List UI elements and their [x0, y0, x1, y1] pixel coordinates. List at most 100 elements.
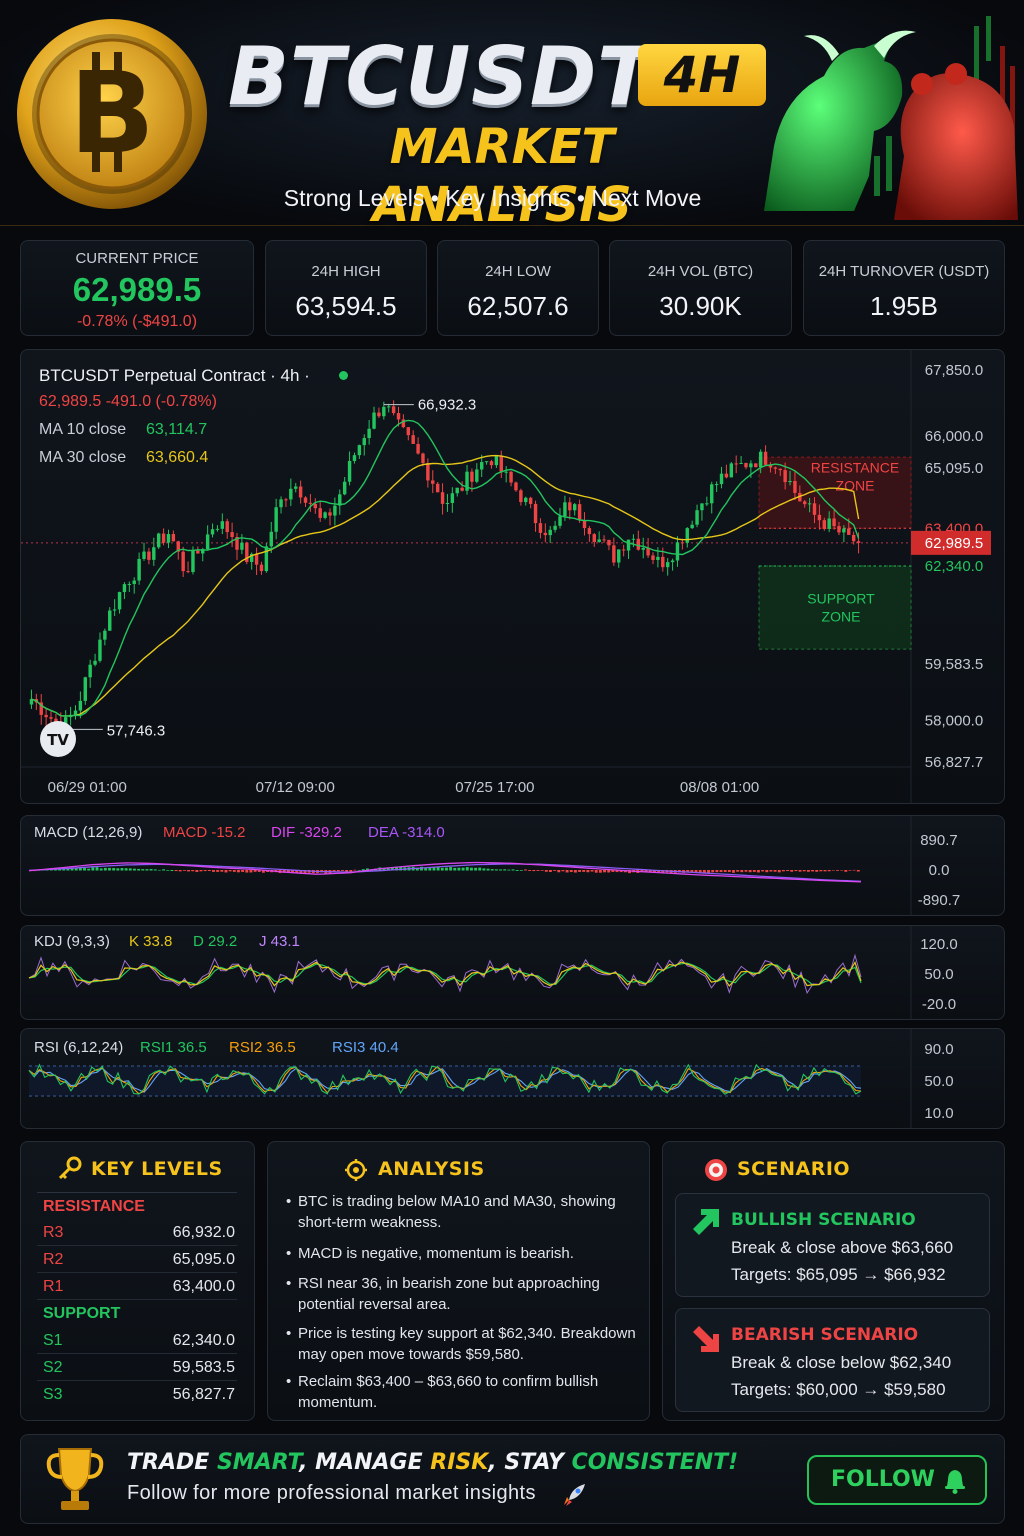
candle-body [387, 406, 391, 408]
candle-body [685, 528, 689, 543]
candle-body [294, 486, 298, 489]
candle-body [499, 455, 503, 473]
macd-axis-label: 0.0 [929, 862, 950, 879]
level-name: S2 [43, 1359, 63, 1376]
macd-histogram-bar [856, 870, 860, 872]
macd-histogram-bar [149, 868, 153, 871]
candle-body [724, 473, 729, 478]
candle-body [372, 412, 376, 429]
macd-histogram-bar [549, 870, 552, 872]
candle-body [284, 499, 288, 501]
candle-body [528, 497, 533, 504]
price-axis: 67,850.066,000.065,095.063,400.062,989.5… [911, 362, 991, 771]
macd-histogram-bar [553, 870, 557, 871]
macd-histogram-bar [137, 868, 141, 871]
candle-body [837, 526, 841, 533]
macd-histogram-bar [711, 870, 715, 873]
macd-histogram-bar [187, 870, 190, 872]
level-name: R1 [43, 1278, 64, 1295]
macd-histogram-bar [732, 870, 735, 873]
macd-histogram-bar [748, 870, 752, 873]
level-value: 66,932.0 [172, 1224, 235, 1241]
candle-body [156, 533, 161, 548]
dea-value: DEA -314.0 [368, 824, 445, 841]
candle-body [460, 487, 464, 491]
macd-histogram-bar [598, 870, 602, 873]
kdj-axis-label: 50.0 [924, 966, 953, 983]
macd-histogram-bar [590, 870, 594, 872]
macd-histogram-bar [827, 870, 831, 872]
candle-body [279, 499, 283, 508]
macd-histogram-bar [757, 870, 760, 873]
candle-body [626, 539, 631, 551]
macd-histogram-bar [773, 870, 777, 872]
candle-body [210, 529, 215, 535]
candle-body [240, 542, 244, 550]
rsi-panel[interactable]: 90.0 50.0 10.0 RSI (6,12,24) RSI1 36.5 RSI… [20, 1028, 1005, 1129]
macd-histogram-bar [819, 870, 823, 872]
candle-body [670, 560, 675, 563]
macd-histogram-bar [781, 870, 785, 872]
footer-banner: TRADE SMART, MANAGE RISK, STAY CONSISTEN… [20, 1434, 1005, 1524]
macd-histogram-bar [341, 870, 344, 871]
candle-body [665, 562, 670, 568]
macd-histogram-bar [253, 870, 257, 872]
macd-histogram-bar [603, 870, 606, 873]
macd-histogram-bar [707, 870, 710, 873]
macd-histogram-bar [499, 869, 502, 871]
level-name: R2 [43, 1251, 64, 1268]
macd-histogram-bar [806, 870, 810, 872]
analysis-item: Price is testing key support at $62,340.… [286, 1323, 636, 1365]
macd-histogram-bar [112, 868, 116, 871]
macd-histogram-bar [536, 870, 540, 871]
time-tick-label: 07/25 17:00 [455, 779, 534, 796]
candle-body [93, 660, 97, 665]
price-chart-panel[interactable]: RESISTANCE ZONE SUPPORT ZONE 67,850.0 66,… [20, 349, 1005, 804]
candle-body [411, 435, 415, 444]
candle-body [259, 564, 264, 572]
candle-body [406, 427, 411, 436]
slogan-part: , STAY [488, 1450, 572, 1475]
follow-button-label: FOLLOW [831, 1467, 935, 1492]
macd-histogram-bar [195, 870, 199, 872]
rocket-icon [564, 1484, 585, 1506]
volume-24h-label: 24H VOL (BTC) [647, 263, 754, 280]
macd-histogram-bar [91, 867, 95, 871]
bullish-scenario-box: BULLISH SCENARIO Break & close above $63… [675, 1193, 990, 1297]
kdj-title: KDJ (9,3,3) [34, 933, 110, 950]
candle-body [323, 512, 327, 518]
candle-body [651, 555, 655, 560]
macd-histogram-bar [836, 870, 839, 871]
candle-body [773, 467, 778, 469]
macd-histogram-bar [83, 868, 86, 871]
kdj-k-value: K 33.8 [129, 933, 173, 950]
candle-body [783, 470, 787, 483]
level-name: R3 [43, 1224, 64, 1241]
footer-slogan: TRADE SMART, MANAGE RISK, STAY CONSISTEN… [127, 1450, 738, 1475]
follow-button[interactable]: FOLLOW [807, 1455, 987, 1505]
candle-body [435, 483, 440, 493]
price-chart[interactable]: RESISTANCE ZONE SUPPORT ZONE 67,850.0 66,… [21, 350, 1005, 804]
candle-body [592, 534, 596, 543]
price-tick-label: 62,340.0 [925, 558, 983, 575]
level-value: 56,827.7 [172, 1386, 235, 1403]
macd-histogram-bar [848, 870, 852, 871]
level-row-s1: S1 62,340.0 [37, 1327, 237, 1354]
slogan-part: RISK [430, 1450, 489, 1475]
macd-histogram-bar [108, 867, 111, 871]
candle-body [308, 502, 313, 504]
rsi-title: RSI (6,12,24) [34, 1039, 124, 1056]
time-tick-label: 08/08 01:00 [680, 779, 759, 796]
macd-histogram-bar [507, 869, 511, 871]
candle-body [225, 521, 229, 533]
macd-histogram-bar [182, 870, 186, 871]
macd-panel[interactable]: 890.7 0.0 -890.7 MACD (12,26,9) MACD -15.2… [20, 815, 1005, 916]
candle-body [719, 473, 724, 485]
candle-body [558, 516, 562, 526]
candle-body [132, 580, 136, 584]
kdj-panel[interactable]: 120.0 50.0 -20.0 KDJ (9,3,3) K 33.8 D 29.2… [20, 925, 1005, 1020]
candle-body [274, 507, 278, 532]
header-banner: B BTCUSDT 4H MARKET ANALYSIS Strong Leve… [0, 0, 1024, 233]
macd-histogram-bar [232, 870, 236, 872]
candle-body [621, 549, 626, 551]
